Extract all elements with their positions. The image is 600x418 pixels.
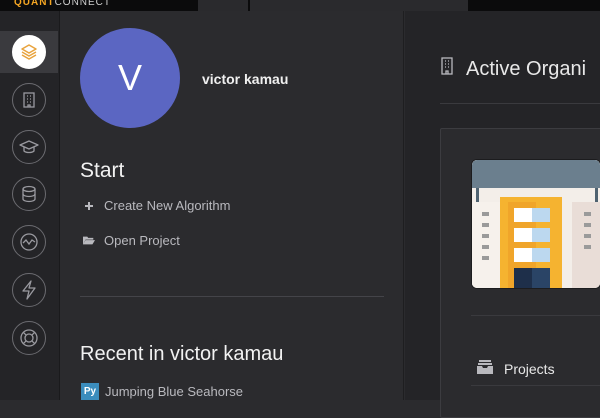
open-project-button[interactable]: Open Project: [83, 233, 180, 248]
projects-link[interactable]: Projects: [476, 359, 555, 378]
title-divider: [440, 103, 600, 104]
projects-label: Projects: [504, 360, 555, 377]
chart-circle-icon: [12, 225, 46, 259]
sidebar-item-live[interactable]: [0, 269, 58, 311]
logo-thin-text: CONNECT: [54, 0, 112, 8]
organization-card: Projects: [440, 128, 600, 418]
sidebar-item-learning[interactable]: [0, 126, 58, 168]
folder-open-icon: [83, 235, 95, 246]
organization-panel: Active Organi Projects: [405, 11, 600, 418]
python-badge-icon: Py: [81, 383, 99, 400]
avatar-letter: V: [117, 57, 142, 98]
sidebar-item-projects[interactable]: [0, 31, 58, 73]
username: victor kamau: [202, 71, 289, 87]
create-algorithm-label: Create New Algorithm: [104, 198, 231, 213]
tab-separator: [248, 0, 250, 11]
organization-title: Active Organi: [440, 57, 586, 81]
top-bar: QUANTCONNECT: [0, 0, 600, 11]
sidebar-item-support[interactable]: [0, 317, 58, 359]
layers-icon: [12, 35, 46, 69]
open-project-label: Open Project: [104, 233, 180, 248]
building-icon: [12, 83, 46, 117]
recent-project-label: Jumping Blue Seahorse: [105, 384, 244, 399]
database-icon: [12, 177, 46, 211]
card-divider-bottom: [471, 385, 600, 386]
top-tabs: [198, 0, 468, 11]
sidebar-item-research[interactable]: [0, 221, 58, 263]
lifebuoy-icon: [12, 321, 46, 355]
avatar[interactable]: V: [80, 28, 180, 128]
graduation-cap-icon: [12, 130, 46, 164]
section-divider: [80, 296, 384, 297]
lightning-icon: [12, 273, 46, 307]
start-panel: V victor kamau Start Create New Algorith…: [61, 11, 404, 400]
organization-building-image[interactable]: [471, 159, 600, 289]
card-divider: [471, 315, 600, 316]
inbox-icon: [476, 359, 494, 378]
recent-project-item[interactable]: Py Jumping Blue Seahorse: [81, 383, 243, 400]
start-heading: Start: [80, 159, 125, 182]
sidebar: [0, 11, 60, 400]
recent-heading: Recent in victor kamau: [80, 343, 284, 365]
create-algorithm-button[interactable]: Create New Algorithm: [83, 198, 230, 213]
plus-icon: [83, 201, 95, 211]
logo-main-text: QUANT: [14, 0, 55, 8]
organization-title-text: Active Organi: [466, 57, 587, 80]
sidebar-item-data[interactable]: [0, 173, 58, 215]
building-icon: [440, 57, 454, 81]
app-logo[interactable]: QUANTCONNECT: [14, 0, 111, 9]
sidebar-item-organization[interactable]: [0, 79, 58, 121]
